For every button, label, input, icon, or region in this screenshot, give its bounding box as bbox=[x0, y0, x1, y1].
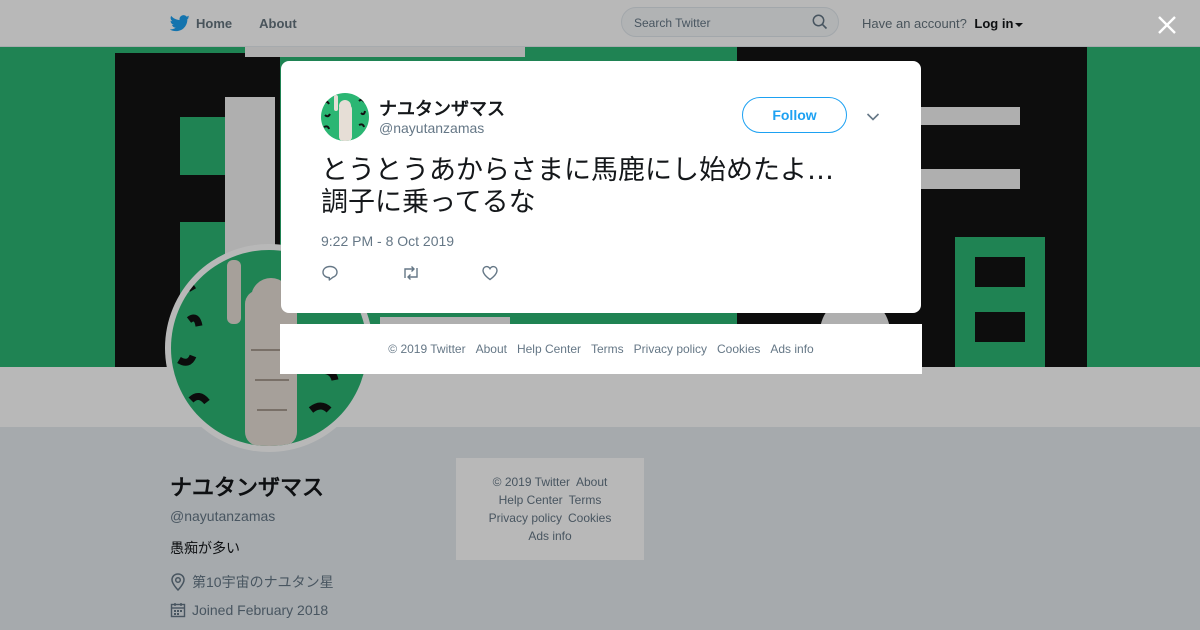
tweet-text-line-2: 調子に乗ってるな bbox=[321, 187, 536, 218]
tweet-modal: ナユタンザマス @nayutanzamas Follow とうとうあからさまに馬… bbox=[281, 61, 921, 313]
chevron-down-icon[interactable] bbox=[866, 109, 880, 127]
tweet-actions bbox=[321, 264, 561, 287]
modal-footer-about[interactable]: About bbox=[476, 342, 507, 356]
tweet-author-name[interactable]: ナユタンザマス bbox=[379, 95, 505, 121]
close-icon[interactable] bbox=[1156, 14, 1178, 36]
tweet-text-line-1: とうとうあからさまに馬鹿にし始めたよ… bbox=[321, 155, 834, 186]
modal-footer-cookies[interactable]: Cookies bbox=[717, 342, 760, 356]
tweet-author-handle[interactable]: @nayutanzamas bbox=[379, 120, 484, 136]
reply-icon[interactable] bbox=[321, 264, 401, 287]
tweet-text: とうとうあからさまに馬鹿にし始めたよ… 調子に乗ってるな bbox=[321, 155, 881, 219]
modal-footer: © 2019 Twitter About Help Center Terms P… bbox=[280, 324, 922, 374]
tweet-author-avatar[interactable] bbox=[321, 93, 369, 141]
modal-footer-ads[interactable]: Ads info bbox=[770, 342, 813, 356]
modal-footer-terms[interactable]: Terms bbox=[591, 342, 624, 356]
follow-button[interactable]: Follow bbox=[742, 97, 847, 133]
heart-icon[interactable] bbox=[481, 264, 561, 287]
modal-footer-help[interactable]: Help Center bbox=[517, 342, 581, 356]
retweet-icon[interactable] bbox=[401, 264, 481, 287]
tweet-timestamp[interactable]: 9:22 PM - 8 Oct 2019 bbox=[321, 233, 454, 249]
modal-footer-copyright: © 2019 Twitter bbox=[388, 342, 466, 356]
modal-footer-privacy[interactable]: Privacy policy bbox=[634, 342, 707, 356]
